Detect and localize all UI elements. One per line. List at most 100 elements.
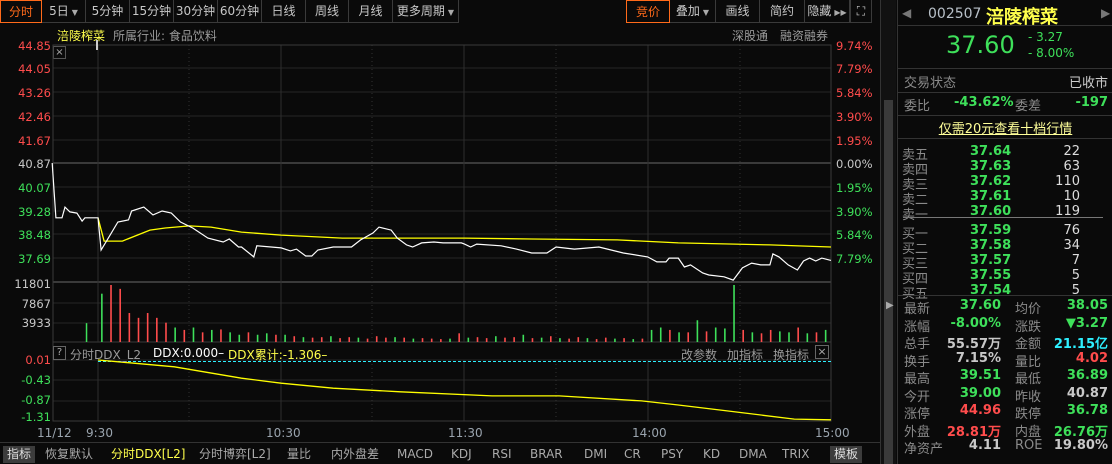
indicator-tab[interactable]: PSY [661, 446, 683, 463]
indicator-tab[interactable]: 分时DDX[L2] [111, 446, 185, 463]
volume-bar [568, 338, 570, 342]
stat-value: 37.60 [959, 298, 1001, 313]
stat-label: 量比 [1015, 354, 1042, 370]
stat-label: 最高 [904, 372, 931, 387]
volume-bar [531, 338, 534, 342]
indicator-tab[interactable]: RSI [492, 446, 512, 463]
stat-label: 涨停 [904, 407, 931, 422]
volume-bar [678, 332, 680, 342]
stat-row: 最新 37.60 均价 38.05 [902, 298, 1108, 317]
indicator-name[interactable]: 分时DDX_L2 [70, 346, 141, 363]
book-price: 37.59 [970, 223, 1012, 238]
divider [0, 442, 888, 443]
switch-indicator-button[interactable]: 换指标 [773, 346, 809, 363]
volume-bar [440, 339, 442, 342]
indicator-tab[interactable]: 恢复默认 [45, 446, 93, 463]
volume-bar [320, 337, 323, 342]
stat-value: 4.02 [1075, 350, 1108, 366]
bid-row: 买三 37.57 7 [902, 253, 1108, 272]
volume-bar [412, 338, 415, 342]
indicator-tab[interactable]: CR [624, 446, 641, 463]
volume-bar [788, 332, 790, 342]
book-vol: 7 [1071, 253, 1080, 268]
stat-label: 内盘 [1015, 424, 1042, 440]
stat-row: 总手 55.57万 金额 21.15亿 [902, 333, 1108, 352]
stat-label: 昨收 [1015, 389, 1042, 405]
volume-bar [265, 333, 268, 342]
stat-label: 今开 [904, 389, 931, 405]
volume-bar [577, 337, 580, 342]
book-price: 37.57 [970, 253, 1012, 268]
stat-row: 外盘 28.81万 内盘 26.76万 [902, 421, 1108, 440]
ask-row: 卖五 37.64 22 [902, 144, 1108, 163]
edit-params-button[interactable]: 改参数 [681, 346, 717, 363]
indicator-tab[interactable]: 分时博弈[L2] [199, 446, 271, 463]
trade-status: 已收市 [1068, 76, 1108, 91]
indicator-tab[interactable]: 模板 [830, 446, 863, 463]
volume-bar [632, 339, 635, 342]
stat-label: 最新 [904, 302, 931, 317]
stat-value: 26.76万 [1053, 424, 1108, 440]
volume-bar [733, 284, 735, 342]
indicator-tab[interactable]: DMA [739, 446, 767, 463]
indicator-tab[interactable]: KDJ [451, 446, 472, 463]
book-price: 37.62 [970, 174, 1012, 189]
volume-bar [119, 288, 121, 342]
indicator-tab[interactable]: BRAR [530, 446, 563, 463]
volume-bar [366, 338, 369, 342]
indicator-tab[interactable]: 量比 [287, 446, 311, 463]
stat-value: 40.87 [1066, 385, 1108, 401]
ask-row: 卖三 37.62 110 [902, 174, 1108, 193]
close-indicator-icon[interactable]: × [815, 345, 829, 359]
next-stock-icon[interactable]: ▶ [1101, 6, 1110, 20]
stat-label: 涨跌 [1015, 319, 1042, 335]
ddx-cum-value: DDX累计:-1.306– [228, 348, 328, 362]
volume-bar [183, 329, 186, 342]
indicator-tab[interactable]: KD [703, 446, 720, 463]
volume-bar [815, 332, 818, 342]
help-icon[interactable]: ? [53, 346, 66, 360]
book-price: 37.58 [970, 238, 1012, 253]
add-indicator-button[interactable]: 加指标 [727, 346, 763, 363]
level2-promo-link[interactable]: 仅需20元查看十档行情 [898, 118, 1112, 137]
stat-value: 28.81万 [946, 424, 1001, 440]
volume-bar [449, 338, 451, 342]
stat-row: 换手 7.15% 量比 4.02 [902, 350, 1108, 370]
volume-bar [256, 334, 259, 342]
volume-bar [540, 337, 543, 342]
volume-bar [201, 332, 204, 342]
stat-label: 最低 [1015, 372, 1042, 387]
indicator-tab[interactable]: DMI [584, 446, 607, 463]
volume-bar [687, 332, 690, 342]
stat-value: 55.57万 [946, 337, 1001, 352]
price-line [51, 162, 832, 281]
indicator-tab[interactable]: MACD [397, 446, 433, 463]
panel-splitter[interactable]: ▶ [880, 0, 896, 464]
stat-label: 涨幅 [904, 319, 931, 335]
volume-bar [485, 338, 488, 342]
volume-bar [595, 339, 598, 342]
scrollbar-thumb[interactable] [884, 100, 893, 464]
volume-bar [824, 329, 827, 342]
book-price: 37.64 [970, 144, 1012, 159]
status-label: 交易状态 [904, 76, 957, 91]
ask-row: 卖四 37.63 63 [902, 159, 1108, 178]
volume-bar [779, 331, 781, 342]
volume-bar [549, 336, 552, 342]
volume-bar [394, 337, 396, 342]
volume-bar [669, 329, 671, 342]
indicator-tab[interactable]: 内外盘差 [331, 446, 379, 463]
collapse-arrow-icon[interactable]: ▶ [886, 300, 894, 311]
indicator-tab[interactable]: 指标 [3, 446, 36, 463]
indicator-tab[interactable]: TRIX [782, 446, 809, 463]
weicha-label: 委差 [1015, 99, 1042, 114]
auction-volume-bar [85, 323, 88, 342]
quote-panel: ◀ 002507 涪陵榨菜 ▶ 37.60 - 3.27 - 8.00% 交易状… [897, 0, 1112, 464]
book-vol: 110 [1055, 174, 1080, 189]
prev-stock-icon[interactable]: ◀ [902, 6, 911, 20]
stat-label: 换手 [904, 354, 931, 370]
volume-bar [284, 334, 286, 342]
volume-bar [302, 337, 305, 342]
book-price: 37.63 [970, 159, 1012, 174]
book-vol: 5 [1071, 268, 1080, 283]
